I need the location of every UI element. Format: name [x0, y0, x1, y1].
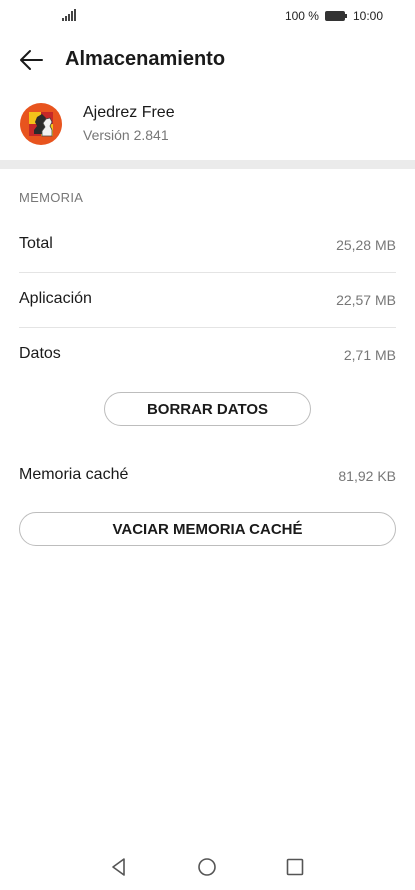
row-total: Total 25,28 MB	[19, 217, 396, 273]
triangle-back-icon[interactable]	[108, 856, 130, 878]
signal-icon	[62, 9, 76, 21]
square-recents-icon[interactable]	[284, 856, 306, 878]
row-cache: Memoria caché 81,92 KB	[19, 448, 396, 503]
row-application: Aplicación 22,57 MB	[19, 272, 396, 328]
row-value: 25,28 MB	[336, 237, 396, 253]
app-bar: Almacenamiento	[0, 40, 415, 80]
clear-data-button[interactable]: BORRAR DATOS	[104, 392, 311, 426]
battery-percent: 100 %	[284, 9, 319, 23]
section-label-memory: MEMORIA	[19, 190, 84, 205]
navigation-bar	[0, 842, 415, 890]
battery-icon	[324, 11, 347, 21]
row-data: Datos 2,71 MB	[19, 327, 396, 382]
clock: 10:00	[352, 9, 383, 23]
row-value: 22,57 MB	[336, 292, 396, 308]
app-name: Ajedrez Free	[83, 104, 175, 121]
circle-home-icon[interactable]	[196, 856, 218, 878]
chess-knight-icon	[20, 103, 62, 145]
cache-label: Memoria caché	[19, 466, 129, 483]
section-divider	[0, 160, 415, 169]
row-label: Aplicación	[19, 290, 92, 307]
app-version: Versión 2.841	[83, 127, 169, 143]
row-label: Total	[19, 235, 53, 252]
arrow-left-icon[interactable]	[18, 47, 44, 73]
row-value: 2,71 MB	[343, 347, 396, 363]
cache-value: 81,92 KB	[338, 468, 396, 484]
status-bar: 100 % 10:00	[0, 0, 415, 32]
app-header: Ajedrez Free Versión 2.841	[0, 100, 415, 150]
page-title: Almacenamiento	[65, 48, 226, 70]
row-label: Datos	[19, 345, 61, 362]
clear-cache-button[interactable]: VACIAR MEMORIA CACHÉ	[19, 512, 396, 546]
